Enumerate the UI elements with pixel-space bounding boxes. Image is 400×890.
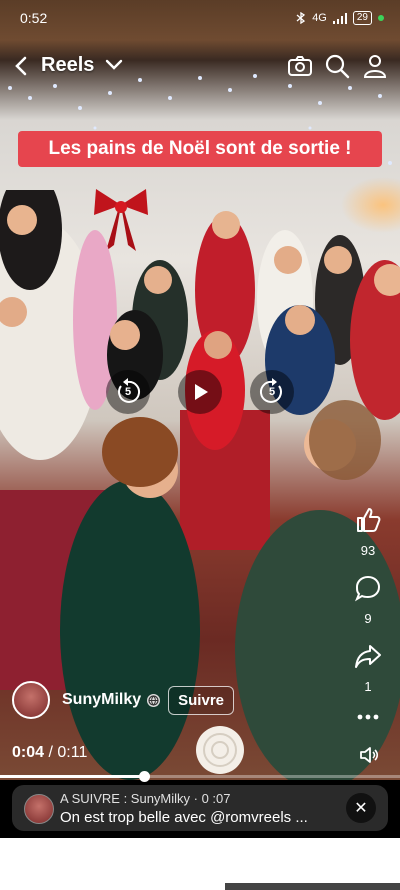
more-options-button[interactable] xyxy=(350,708,386,731)
author-name[interactable]: SunyMilky xyxy=(62,691,141,709)
close-icon[interactable]: ✕ xyxy=(346,793,376,823)
up-next-meta: A SUIVRE : SunyMilky · 0 :07 xyxy=(60,791,231,806)
status-time: 0:52 xyxy=(20,10,48,26)
playback-time: 0:04 / 0:11 xyxy=(12,744,87,762)
signal-icon xyxy=(332,12,347,24)
volume-icon[interactable] xyxy=(358,744,380,766)
up-next-banner[interactable]: A SUIVRE : SunyMilky · 0 :07 On est trop… xyxy=(12,785,388,831)
share-count: 1 xyxy=(364,679,372,694)
share-icon xyxy=(355,645,381,668)
status-indicators: 4G 29 xyxy=(296,11,384,25)
rewind-button[interactable]: 5 xyxy=(106,370,150,414)
bluetooth-icon xyxy=(296,12,306,24)
progress-fill xyxy=(0,775,144,778)
more-dots-icon xyxy=(357,714,379,720)
current-time: 0:04 xyxy=(12,744,45,761)
like-action[interactable]: 93 xyxy=(350,506,386,558)
profile-icon[interactable] xyxy=(361,52,389,80)
comment-count: 9 xyxy=(364,611,372,626)
play-icon xyxy=(195,384,208,400)
progress-bar[interactable] xyxy=(0,771,400,782)
thumbs-up-icon xyxy=(357,508,381,532)
privacy-dot xyxy=(378,15,384,21)
play-button[interactable] xyxy=(178,370,222,414)
globe-icon xyxy=(147,693,161,707)
follow-button[interactable]: Suivre xyxy=(168,685,234,715)
up-next-title: On est trop belle avec @romvreels ... xyxy=(60,809,308,826)
video-caption: Les pains de Noël sont de sortie ! xyxy=(18,131,382,167)
reels-header: Reels xyxy=(0,48,400,84)
network-type: 4G xyxy=(312,12,327,24)
camera-icon[interactable] xyxy=(286,52,314,80)
comment-icon xyxy=(354,575,381,602)
status-bar: 0:52 4G 29 xyxy=(0,0,400,36)
battery-level: 29 xyxy=(352,11,372,25)
back-arrow-icon[interactable] xyxy=(12,54,32,78)
like-count: 93 xyxy=(360,543,376,558)
forward-icon xyxy=(260,378,282,403)
author-avatar[interactable] xyxy=(12,681,50,719)
duration: 0:11 xyxy=(57,744,88,761)
gesture-bar[interactable] xyxy=(225,883,400,890)
forward-button[interactable]: 5 xyxy=(250,370,294,414)
chevron-down-icon[interactable] xyxy=(104,58,124,72)
rewind-icon xyxy=(118,378,140,403)
comment-action[interactable]: 9 xyxy=(350,574,386,626)
progress-thumb[interactable] xyxy=(139,771,150,782)
page-title[interactable]: Reels xyxy=(41,54,94,77)
time-separator: / xyxy=(48,744,53,761)
up-next-avatar xyxy=(24,794,54,824)
search-icon[interactable] xyxy=(323,52,351,80)
author-row: SunyMilky Suivre xyxy=(12,681,234,719)
share-action[interactable]: 1 xyxy=(350,642,386,694)
